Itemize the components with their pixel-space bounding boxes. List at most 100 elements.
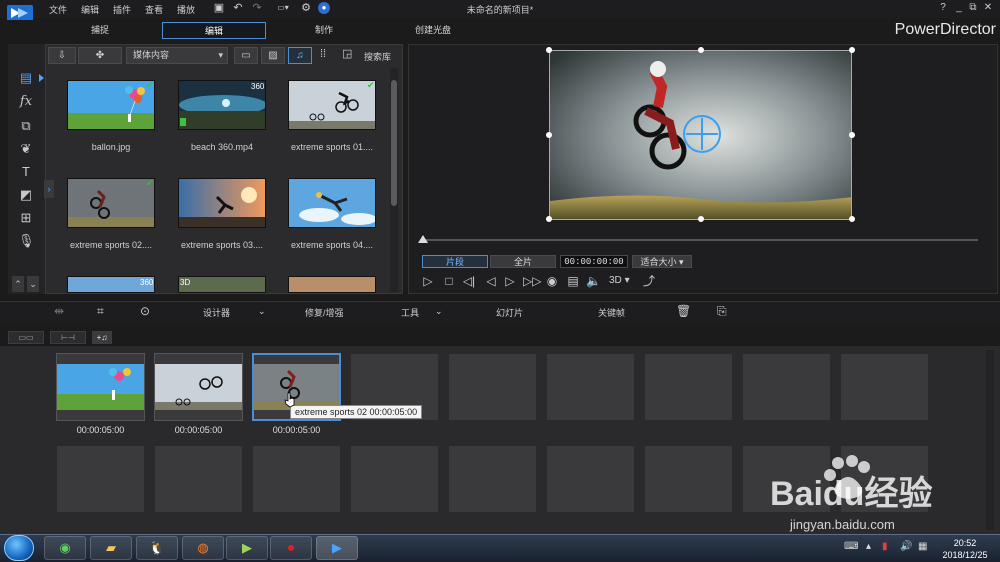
- media-thumbnail-ballon[interactable]: [67, 80, 155, 130]
- search-library-label[interactable]: 搜索库: [364, 50, 391, 63]
- resize-handle[interactable]: [849, 216, 855, 222]
- music-track-button[interactable]: +♫: [92, 331, 112, 344]
- trash-icon[interactable]: 🗑: [676, 304, 691, 318]
- taskbar-powerdirector-icon[interactable]: ▶: [316, 536, 358, 560]
- start-button[interactable]: [4, 535, 34, 561]
- minimize-button[interactable]: _: [952, 2, 966, 14]
- title-room-icon[interactable]: T: [18, 164, 34, 180]
- zoom-fit-dropdown[interactable]: 适合大小 ▾: [632, 255, 692, 268]
- volume-tray-icon[interactable]: 🔊: [900, 541, 912, 552]
- taskbar-clock[interactable]: 20:52 2018/12/25: [934, 537, 996, 561]
- subtitle-icon[interactable]: ▤: [566, 274, 580, 288]
- tab-create-disc[interactable]: 创建光盘: [400, 22, 466, 39]
- taskbar-media-icon[interactable]: ▶: [226, 536, 268, 560]
- scroll-down-icon[interactable]: ⌄: [27, 276, 39, 292]
- storyboard-clip-1[interactable]: [56, 353, 145, 421]
- security-icon[interactable]: ▮: [882, 541, 888, 552]
- resize-handle[interactable]: [546, 132, 552, 138]
- user-account-icon[interactable]: ●: [318, 2, 330, 14]
- taskbar-recorder-icon[interactable]: ⏺: [270, 536, 312, 560]
- stop-icon[interactable]: □: [442, 274, 456, 288]
- media-content-dropdown[interactable]: 媒体内容 ▾: [126, 47, 228, 64]
- resize-handle[interactable]: [698, 216, 704, 222]
- crop-icon[interactable]: ⌗: [97, 304, 104, 319]
- undock-preview-icon[interactable]: ⤴: [642, 274, 656, 288]
- menu-plugins[interactable]: 插件: [113, 3, 131, 16]
- particle-room-icon[interactable]: ❦: [18, 141, 34, 157]
- show-hidden-icons[interactable]: ▴: [866, 541, 871, 552]
- split-icon[interactable]: ⇹: [54, 304, 64, 318]
- resize-handle[interactable]: [546, 216, 552, 222]
- gear-icon[interactable]: ⚙: [300, 2, 312, 14]
- close-button[interactable]: ✕: [981, 2, 995, 14]
- storyboard-clip-2[interactable]: [154, 353, 243, 421]
- storyboard-empty-slot[interactable]: [154, 445, 243, 513]
- undo-icon[interactable]: ↶: [232, 2, 244, 14]
- play-icon[interactable]: ▷: [421, 274, 435, 288]
- media-thumbnail[interactable]: [178, 276, 266, 293]
- fix-enhance-circle-icon[interactable]: ⊙: [140, 304, 150, 318]
- storyboard-empty-slot[interactable]: [546, 353, 635, 421]
- redo-icon[interactable]: ↷: [251, 2, 263, 14]
- slideshow-button[interactable]: 幻灯片: [496, 306, 523, 319]
- storyboard-empty-slot[interactable]: [546, 445, 635, 513]
- clip-mode-button[interactable]: 片段: [422, 255, 488, 268]
- import-media-button[interactable]: ⇩: [48, 47, 76, 64]
- tab-capture[interactable]: 捕捉: [70, 22, 130, 39]
- storyboard-empty-slot[interactable]: [742, 353, 831, 421]
- network-icon[interactable]: ▦: [918, 541, 927, 552]
- media-thumbnail-extreme-sports-02[interactable]: [67, 178, 155, 228]
- resize-handle[interactable]: [546, 47, 552, 53]
- tab-edit[interactable]: 编辑: [162, 22, 266, 39]
- save-icon[interactable]: ▣: [213, 2, 225, 14]
- menu-edit[interactable]: 编辑: [81, 3, 99, 16]
- pip-room-icon[interactable]: ⧉: [18, 118, 34, 134]
- media-thumbnail-extreme-sports-03[interactable]: [178, 178, 266, 228]
- help-button[interactable]: ?: [936, 2, 950, 14]
- keyboard-icon[interactable]: ⌨: [844, 541, 858, 552]
- tools-menu[interactable]: 工具: [401, 306, 419, 319]
- chevron-down-icon[interactable]: ⌄: [435, 306, 443, 317]
- 3d-mode-button[interactable]: 3D ▾: [609, 275, 630, 286]
- menu-view[interactable]: 查看: [145, 3, 163, 16]
- step-forward-icon[interactable]: ▷: [503, 274, 517, 288]
- export-clip-icon[interactable]: ⎘: [717, 304, 727, 319]
- aspect-ratio-icon[interactable]: ▭▾: [272, 2, 294, 14]
- previous-frame-icon[interactable]: ◁|: [462, 274, 476, 288]
- filter-audio-button[interactable]: ♫: [288, 47, 312, 64]
- voiceover-room-icon[interactable]: 🎙: [18, 233, 35, 249]
- view-options-icon[interactable]: ◲: [342, 47, 356, 60]
- audio-mixing-room-icon[interactable]: ⊞: [18, 210, 34, 226]
- scrollbar-thumb[interactable]: [391, 80, 397, 206]
- media-thumbnail-extreme-sports-04[interactable]: [288, 178, 376, 228]
- designer-menu[interactable]: 设计器: [203, 306, 230, 319]
- resize-handle[interactable]: [849, 47, 855, 53]
- keyframe-button[interactable]: 关键帧: [598, 306, 625, 319]
- preview-seek-bar[interactable]: [420, 239, 978, 241]
- fx-room-icon[interactable]: fx: [18, 94, 34, 110]
- view-grid-icon[interactable]: ⁞⁞: [320, 48, 334, 60]
- storyboard-empty-slot[interactable]: [644, 445, 733, 513]
- seek-knob[interactable]: [418, 235, 428, 243]
- timeline-view-button[interactable]: ▭▭: [8, 331, 44, 344]
- storyboard-empty-slot[interactable]: [56, 445, 145, 513]
- library-scrollbar[interactable]: [390, 68, 398, 292]
- scroll-up-icon[interactable]: ⌃: [12, 276, 24, 292]
- snapshot-icon[interactable]: ◉: [545, 274, 559, 288]
- taskbar-explorer-icon[interactable]: ▰: [90, 536, 132, 560]
- filter-video-button[interactable]: ▭: [234, 47, 258, 64]
- media-room-icon[interactable]: ▤: [18, 70, 34, 86]
- plugin-button[interactable]: ✤: [78, 47, 122, 64]
- movie-mode-button[interactable]: 全片: [490, 255, 556, 268]
- storyboard-empty-slot[interactable]: [448, 445, 537, 513]
- storyboard-empty-slot[interactable]: [350, 445, 439, 513]
- chevron-down-icon[interactable]: ⌄: [258, 306, 266, 317]
- storyboard-empty-slot[interactable]: [644, 353, 733, 421]
- menu-file[interactable]: 文件: [49, 3, 67, 16]
- storyboard-empty-slot[interactable]: [448, 353, 537, 421]
- resize-handle[interactable]: [698, 47, 704, 53]
- taskbar-firefox-icon[interactable]: ◍: [182, 536, 224, 560]
- volume-icon[interactable]: 🔈: [586, 274, 601, 288]
- taskbar-360-browser-icon[interactable]: ◉: [44, 536, 86, 560]
- tab-produce[interactable]: 制作: [294, 22, 354, 39]
